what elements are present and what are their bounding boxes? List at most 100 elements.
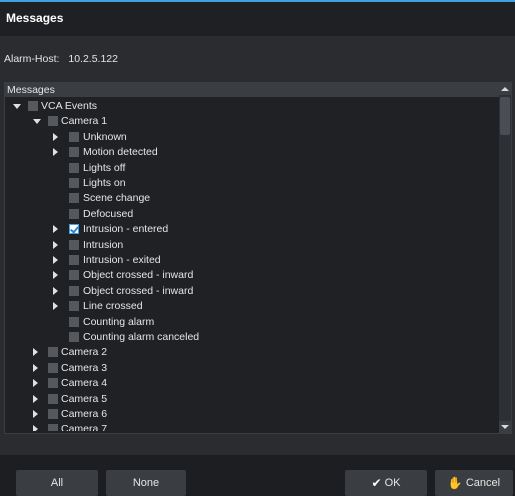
tree-row[interactable]: Intrusion - exited [5, 253, 499, 268]
tree-checkbox[interactable] [69, 193, 79, 204]
expand-arrow-right-icon[interactable] [33, 379, 38, 388]
tree-row[interactable]: Object crossed - inward [5, 284, 499, 299]
tree-checkbox[interactable] [28, 101, 38, 111]
tree-item-label: Camera 2 [61, 346, 108, 359]
tree-row[interactable]: Lights on [5, 176, 499, 191]
dialog-title: Messages [0, 2, 515, 36]
none-button[interactable]: None [106, 470, 186, 496]
tree-item-label: Counting alarm canceled [83, 331, 200, 343]
expand-arrow-right-icon[interactable] [53, 225, 58, 234]
scroll-thumb[interactable] [500, 97, 510, 135]
tree-row[interactable]: Camera 3 [5, 361, 499, 376]
vertical-scrollbar[interactable] [499, 83, 511, 433]
tree-item-label: Camera 5 [61, 392, 108, 405]
tree-row[interactable]: Motion detected [5, 145, 499, 160]
tree-checkbox[interactable] [69, 255, 79, 265]
scroll-down-button[interactable] [499, 421, 511, 433]
expand-arrow-right-icon[interactable] [33, 394, 38, 403]
tree-row[interactable]: Counting alarm [5, 315, 499, 330]
ok-button-label: OK [384, 477, 401, 489]
tree-item-label: Camera 3 [61, 361, 108, 374]
tree-row[interactable]: Defocused [5, 207, 499, 222]
tree-checkbox[interactable] [69, 332, 79, 342]
tree-checkbox[interactable] [69, 131, 79, 142]
expand-arrow-right-icon[interactable] [53, 286, 58, 295]
tree-row[interactable]: Camera 7 [5, 422, 499, 431]
tree-row[interactable]: Intrusion [5, 238, 499, 253]
tree-item-label: Defocused [83, 207, 134, 220]
tree-item-label: Camera 7 [61, 423, 108, 431]
expand-arrow-right-icon[interactable] [33, 348, 38, 357]
tree-item-label: Intrusion [83, 238, 124, 251]
tree-checkbox[interactable] [69, 301, 79, 312]
scroll-up-button[interactable] [499, 83, 511, 95]
tree-checkbox[interactable] [69, 224, 79, 235]
tree-row[interactable]: Camera 6 [5, 407, 499, 422]
tree-checkbox[interactable] [48, 362, 58, 373]
tree-checkbox[interactable] [69, 147, 79, 158]
expand-arrow-right-icon[interactable] [53, 302, 58, 311]
expand-arrow-right-icon[interactable] [53, 132, 58, 141]
expand-arrow-right-icon[interactable] [53, 271, 58, 280]
all-button[interactable]: All [16, 470, 98, 496]
tree-row[interactable]: Counting alarm canceled [5, 330, 499, 345]
tree-checkbox[interactable] [69, 270, 79, 281]
tree-checkbox[interactable] [48, 378, 58, 389]
tree-item-label: VCA Events [41, 100, 98, 112]
tree-row[interactable]: Scene change [5, 191, 499, 206]
tree-item-label: Camera 4 [61, 377, 108, 390]
tree-row[interactable]: Intrusion - entered [5, 222, 499, 237]
all-button-label: All [50, 477, 64, 489]
tree-item-label: Lights on [83, 177, 126, 189]
tree-row[interactable]: Lights off [5, 161, 499, 176]
tree-row[interactable]: VCA Events [5, 99, 499, 114]
tree-item-label: Object crossed - inward [83, 284, 194, 297]
tree-row[interactable]: Camera 5 [5, 392, 499, 407]
tree-checkbox[interactable] [69, 239, 79, 250]
tree-item-label: Unknown [83, 130, 127, 143]
alarm-host-label: Alarm-Host: [4, 53, 60, 65]
none-button-label: None [132, 477, 160, 489]
tree-row[interactable]: Object crossed - inward [5, 268, 499, 283]
tree-item-label: Lights off [83, 161, 126, 174]
tree-row[interactable]: Camera 4 [5, 376, 499, 391]
tree-item-label: Scene change [83, 192, 151, 205]
tree-checkbox[interactable] [69, 316, 79, 327]
hand-stop-icon: ✋ [447, 476, 463, 490]
messages-dialog: Messages Alarm-Host: 10.2.5.122 Messages… [0, 0, 515, 496]
expand-arrow-right-icon[interactable] [33, 363, 38, 372]
tree-checkbox[interactable] [48, 393, 58, 404]
tree-item-label: Intrusion - entered [83, 223, 169, 236]
tree-checkbox[interactable] [69, 162, 79, 173]
tree-checkbox[interactable] [48, 409, 58, 419]
scroll-up-icon [501, 87, 509, 91]
tree-row[interactable]: Camera 1 [5, 114, 499, 129]
tree-checkbox[interactable] [69, 178, 79, 188]
expand-arrow-right-icon[interactable] [33, 410, 38, 418]
tree-item-label: Intrusion - exited [83, 254, 161, 266]
messages-tree: VCA Events Camera 1 Unknown Motion detected… [5, 99, 499, 431]
tree-item-label: Camera 1 [61, 115, 108, 128]
tree-row[interactable]: Line crossed [5, 299, 499, 314]
alarm-host-row: Alarm-Host: 10.2.5.122 [4, 53, 118, 65]
tree-checkbox[interactable] [48, 424, 58, 431]
tree-checkbox[interactable] [48, 347, 58, 358]
expand-arrow-right-icon[interactable] [33, 425, 38, 431]
tree-row[interactable]: Camera 2 [5, 345, 499, 360]
expand-arrow-right-icon[interactable] [53, 240, 58, 249]
expand-arrow-right-icon[interactable] [53, 256, 58, 264]
tree-checkbox[interactable] [48, 116, 58, 127]
cancel-button[interactable]: ✋ Cancel [435, 470, 513, 496]
expand-arrow-right-icon[interactable] [53, 148, 58, 157]
scroll-down-icon [501, 425, 509, 429]
tree-checkbox[interactable] [69, 208, 79, 219]
tree-item-label: Motion detected [83, 146, 158, 159]
tree-item-label: Camera 6 [61, 408, 108, 420]
expand-arrow-down-icon[interactable] [33, 119, 41, 125]
tree-item-label: Line crossed [83, 300, 143, 313]
expand-arrow-down-icon[interactable] [13, 104, 21, 109]
tree-checkbox[interactable] [69, 285, 79, 296]
tree-row[interactable]: Unknown [5, 130, 499, 145]
ok-button[interactable]: ✔ OK [345, 470, 427, 496]
checkmark-icon: ✔ [371, 476, 382, 490]
